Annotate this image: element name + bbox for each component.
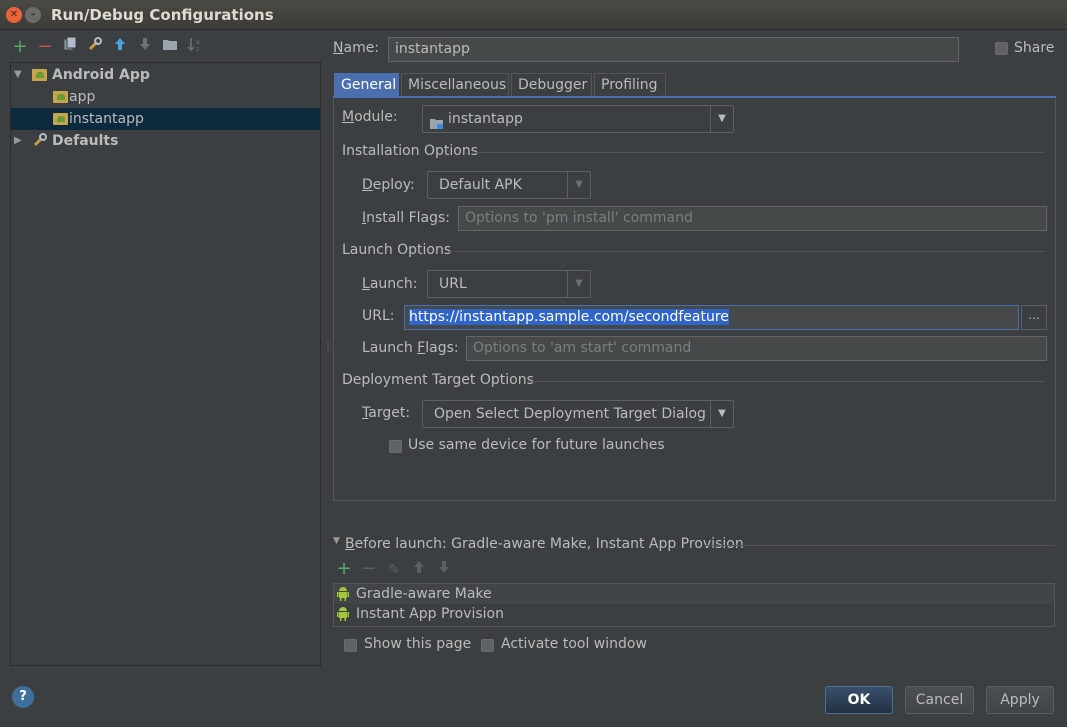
target-value: Open Select Deployment Target Dialog (434, 406, 706, 422)
remove-icon[interactable]: − (359, 558, 379, 580)
launch-flags-label: Launch Flags: (362, 340, 459, 356)
add-icon[interactable]: + (334, 558, 354, 580)
module-folder-icon (429, 113, 444, 139)
tab-miscellaneous[interactable]: Miscellaneous (401, 73, 509, 97)
android-icon (337, 587, 349, 601)
move-down-icon[interactable] (434, 559, 454, 581)
svg-text:a: a (196, 39, 200, 46)
url-label: URL: (362, 308, 395, 324)
list-item[interactable]: Instant App Provision (334, 604, 1054, 624)
launch-label: Launch: (362, 276, 418, 292)
deployment-target-title: Deployment Target Options (342, 372, 534, 388)
target-select[interactable]: Open Select Deployment Target Dialog ▼ (422, 400, 734, 428)
before-launch-title: Before launch: Gradle-aware Make, Instan… (345, 536, 744, 552)
folder-icon[interactable] (160, 36, 180, 58)
name-label: Name: (333, 40, 380, 56)
installation-options-title: Installation Options (342, 143, 479, 159)
window-title: Run/Debug Configurations (51, 6, 274, 24)
chevron-down-icon[interactable]: ▼ (14, 64, 22, 86)
deploy-select[interactable]: Default APK ▼ (427, 171, 591, 199)
list-item[interactable]: Gradle-aware Make (334, 584, 1054, 604)
add-icon[interactable]: + (10, 36, 30, 58)
configurations-tree[interactable]: ▼ Android App app instantapp ▶ Defaults (10, 62, 321, 666)
list-item-label: Gradle-aware Make (356, 586, 492, 602)
section-divider (448, 251, 1045, 252)
tab-profiling[interactable]: Profiling (594, 73, 666, 97)
deploy-label: Deploy: (362, 177, 415, 193)
tree-item-label: Android App (52, 67, 150, 83)
tree-item-instantapp[interactable]: instantapp (11, 108, 320, 130)
activate-tool-window-label: Activate tool window (501, 636, 647, 652)
remove-icon[interactable]: − (35, 36, 55, 58)
tree-item-label: instantapp (69, 111, 144, 127)
install-flags-label: Install Flags: (362, 210, 451, 226)
wrench-icon (32, 132, 48, 155)
edit-icon[interactable]: ✎ (384, 559, 404, 581)
module-select[interactable]: instantapp ▼ (422, 105, 734, 133)
target-label: Target: (362, 405, 411, 421)
tab-general[interactable]: General (334, 73, 399, 97)
name-field[interactable]: instantapp (388, 37, 959, 62)
module-label: Module: (342, 109, 398, 125)
module-value: instantapp (448, 111, 523, 127)
move-up-icon[interactable] (110, 36, 130, 58)
install-flags-field[interactable]: Options to 'pm install' command (458, 206, 1047, 231)
android-config-icon (53, 113, 68, 125)
tree-item-android-app[interactable]: ▼ Android App (11, 64, 320, 86)
same-device-label: Use same device for future launches (408, 437, 665, 453)
section-divider (475, 152, 1045, 153)
share-checkbox[interactable] (995, 42, 1008, 55)
url-value: https://instantapp.sample.com/secondfeat… (409, 309, 729, 325)
chevron-down-icon[interactable]: ▼ (567, 172, 590, 198)
url-browse-button[interactable]: ... (1021, 305, 1047, 330)
show-page-checkbox[interactable] (344, 639, 357, 652)
before-launch-list[interactable]: Gradle-aware Make Instant App Provision (333, 583, 1055, 627)
tab-debugger[interactable]: Debugger (511, 73, 592, 97)
chevron-down-icon[interactable]: ▼ (710, 106, 733, 132)
chevron-down-icon[interactable]: ▼ (567, 271, 590, 297)
svg-text:z: z (196, 46, 199, 52)
window-minimize-button[interactable]: – (25, 7, 41, 23)
edit-defaults-icon[interactable] (85, 36, 105, 58)
sort-icon[interactable]: az (185, 36, 205, 58)
url-input[interactable]: https://instantapp.sample.com/secondfeat… (404, 305, 1019, 330)
window-close-button[interactable]: ✕ (6, 7, 22, 23)
launch-flags-field[interactable]: Options to 'am start' command (466, 336, 1047, 361)
ok-button[interactable]: OK (825, 686, 893, 714)
tree-item-label: app (69, 89, 96, 105)
launch-select[interactable]: URL ▼ (427, 270, 591, 298)
section-divider (705, 545, 1055, 546)
apply-button[interactable]: Apply (986, 686, 1054, 714)
help-button[interactable]: ? (12, 686, 34, 708)
deploy-value: Default APK (439, 177, 522, 193)
move-up-icon[interactable] (409, 559, 429, 581)
chevron-down-icon[interactable]: ▼ (710, 401, 733, 427)
tree-item-label: Defaults (52, 133, 119, 149)
launch-value: URL (439, 276, 467, 292)
launch-options-title: Launch Options (342, 242, 452, 258)
configurations-toolbar: + − az (10, 36, 320, 60)
share-label: Share (1014, 40, 1055, 56)
panel-splitter[interactable]: ⋮ (323, 343, 333, 358)
same-device-checkbox[interactable] (389, 440, 402, 453)
list-item-label: Instant App Provision (356, 606, 504, 622)
android-config-icon (53, 91, 68, 103)
chevron-down-icon[interactable]: ▼ (333, 536, 340, 546)
tree-item-app[interactable]: app (11, 86, 320, 108)
android-app-folder-icon (32, 69, 47, 81)
tree-item-defaults[interactable]: ▶ Defaults (11, 130, 320, 152)
section-divider (528, 381, 1045, 382)
copy-icon[interactable] (60, 36, 80, 58)
move-down-icon[interactable] (135, 36, 155, 58)
title-bar: ✕ – Run/Debug Configurations (0, 0, 1067, 30)
chevron-right-icon[interactable]: ▶ (14, 130, 22, 152)
show-page-label: Show this page (364, 636, 472, 652)
tab-panel-accent (333, 96, 1056, 98)
activate-tool-window-checkbox[interactable] (481, 639, 494, 652)
cancel-button[interactable]: Cancel (905, 686, 974, 714)
android-icon (337, 607, 349, 621)
